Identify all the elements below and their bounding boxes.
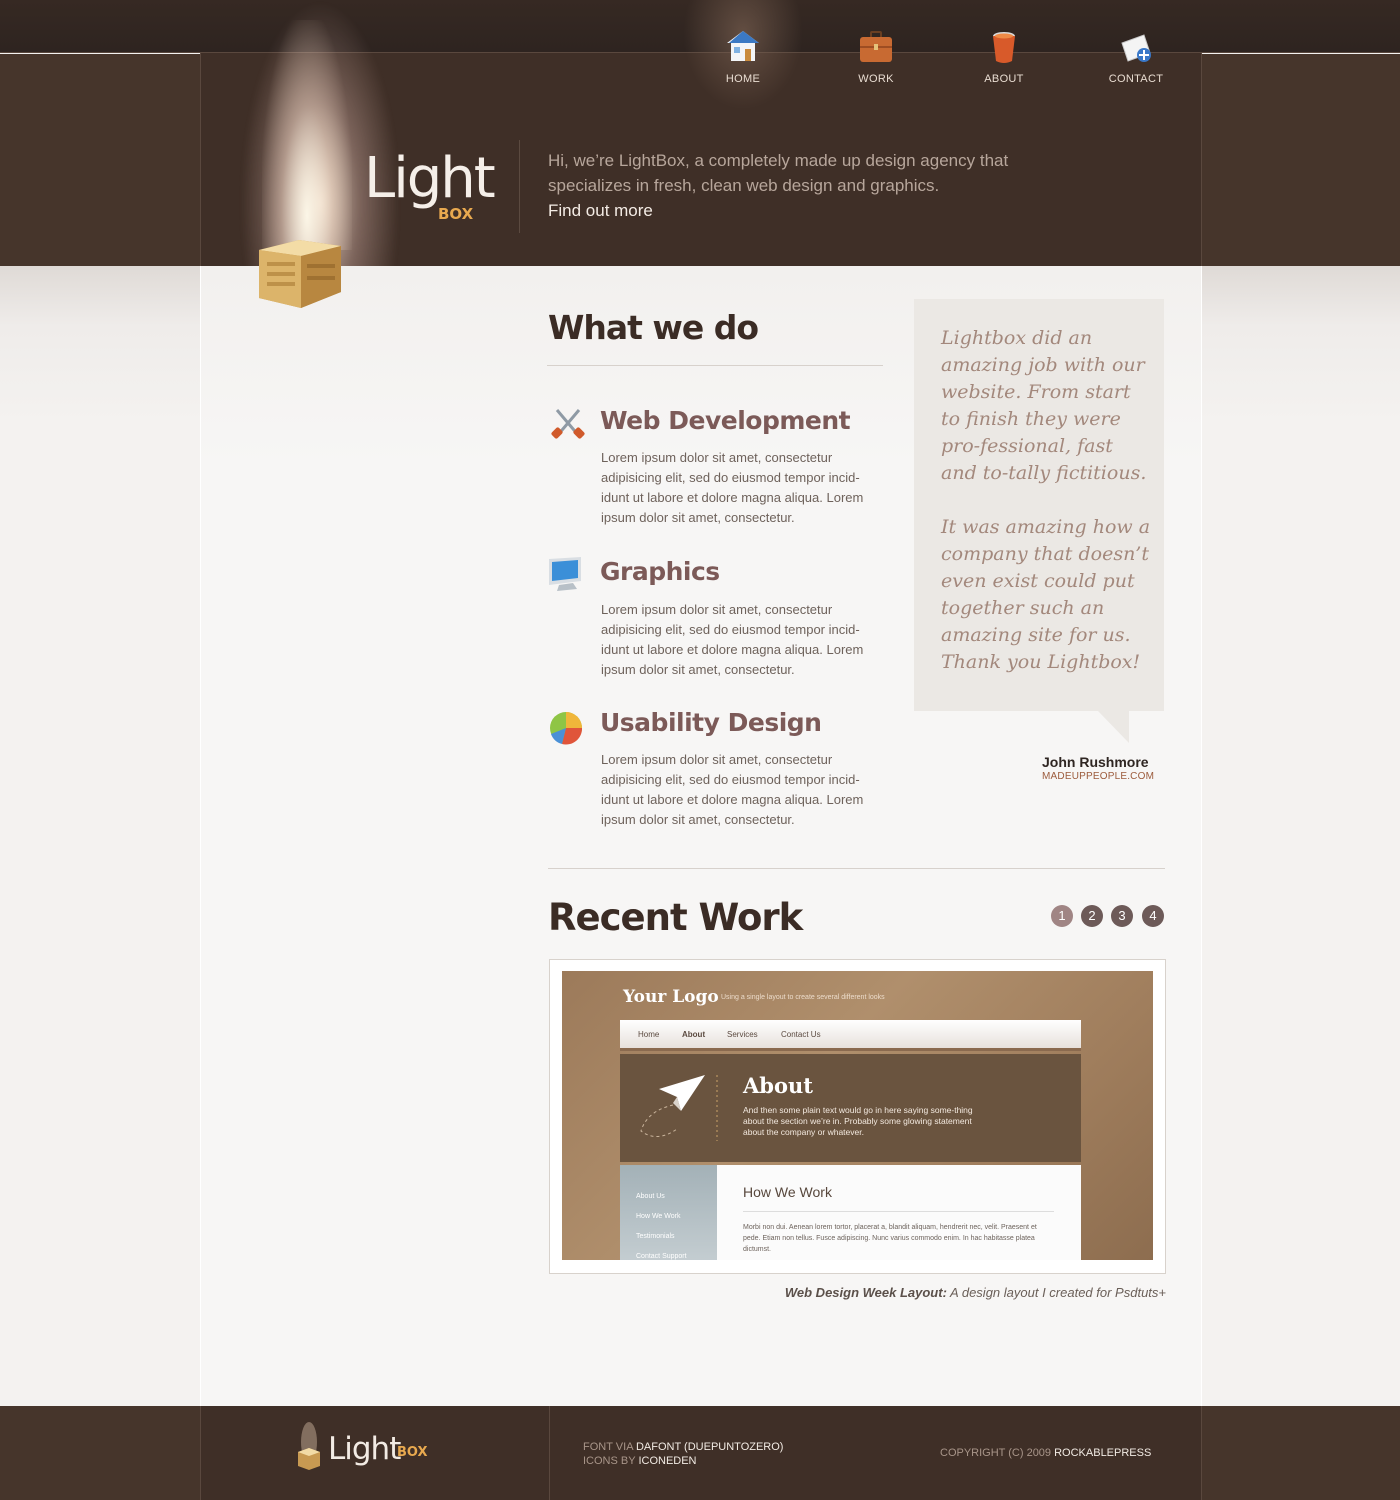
preview-side-item: How We Work bbox=[636, 1213, 681, 1220]
icons-credit-link[interactable]: ICONEDEN bbox=[638, 1455, 696, 1467]
preview-nav: Home About Services Contact Us bbox=[620, 1020, 1081, 1051]
header-divider bbox=[519, 140, 520, 233]
mail-add-icon bbox=[1121, 34, 1151, 62]
page-button-4[interactable]: 4 bbox=[1142, 905, 1164, 927]
recent-work-heading: Recent Work bbox=[548, 896, 803, 939]
preview-side-item: About Us bbox=[636, 1193, 665, 1200]
portfolio-caption: Web Design Week Layout: A design layout … bbox=[640, 1285, 1166, 1300]
paint-bucket-icon bbox=[993, 32, 1015, 63]
service-description: Lorem ipsum dolor sit amet, consectetur … bbox=[601, 602, 864, 677]
testimonial-tail bbox=[1098, 711, 1129, 743]
service-title: Graphics bbox=[600, 557, 720, 586]
nav-item-about[interactable]: ABOUT bbox=[959, 29, 1049, 85]
testimonial-author-site[interactable]: MADEUPPEOPLE.COM bbox=[1042, 771, 1154, 782]
what-we-do-heading: What we do bbox=[548, 308, 759, 347]
portfolio-screenshot[interactable]: Your Logo Using a single layout to creat… bbox=[562, 971, 1153, 1260]
preview-content-text: Morbi non dui. Aenean lorem tortor, plac… bbox=[743, 1224, 1037, 1253]
preview-nav-item: About bbox=[682, 1030, 706, 1039]
preview-nav-item: Services bbox=[727, 1030, 758, 1039]
service-title: Usability Design bbox=[600, 708, 822, 737]
copyright-owner-link[interactable]: ROCKABLEPRESS bbox=[1054, 1447, 1151, 1459]
pie-chart-icon bbox=[550, 712, 583, 745]
testimonial-paragraph: Lightbox did an amazing job with our web… bbox=[941, 327, 1147, 484]
preview-hero-title: About bbox=[743, 1073, 813, 1098]
logo-wordmark[interactable]: Light bbox=[364, 146, 496, 211]
service-description: Lorem ipsum dolor sit amet, consectetur … bbox=[601, 450, 864, 525]
preview-hero-text: And then some plain text would go in her… bbox=[743, 1105, 973, 1137]
house-icon bbox=[727, 31, 759, 61]
preview-divider bbox=[743, 1211, 1054, 1212]
service-title: Web Development bbox=[600, 406, 851, 435]
page-button-1[interactable]: 1 bbox=[1051, 905, 1073, 927]
nav-item-work[interactable]: WORK bbox=[831, 29, 921, 85]
font-credit-prefix: FONT VIA bbox=[583, 1441, 636, 1453]
copyright-prefix: COPYRIGHT (C) 2009 bbox=[940, 1447, 1055, 1459]
footer-copyright: COPYRIGHT (C) 2009 ROCKABLEPRESS bbox=[940, 1447, 1151, 1459]
testimonial-quote: Lightbox did an amazing job with our web… bbox=[941, 325, 1151, 703]
caption-title: Web Design Week Layout: bbox=[784, 1285, 947, 1300]
monitor-icon bbox=[549, 557, 581, 591]
preview-nav-item: Home bbox=[638, 1030, 660, 1039]
preview-content-title: How We Work bbox=[743, 1184, 832, 1200]
testimonial-paragraph: It was amazing how a company that doesn’… bbox=[941, 516, 1151, 673]
footer-divider bbox=[549, 1406, 550, 1500]
footer-logo-subtext: BOX bbox=[397, 1445, 428, 1460]
nav-item-contact[interactable]: CONTACT bbox=[1091, 29, 1181, 85]
paper-plane-icon bbox=[640, 1075, 718, 1141]
glowing-crate-icon bbox=[259, 240, 341, 308]
light-beam-core bbox=[262, 20, 352, 250]
preview-side-item: Testimonials bbox=[636, 1233, 675, 1240]
section-divider bbox=[547, 365, 883, 366]
preview-nav-item: Contact Us bbox=[781, 1030, 821, 1039]
page-button-3[interactable]: 3 bbox=[1111, 905, 1133, 927]
footer-logo-wordmark[interactable]: Light bbox=[328, 1431, 401, 1467]
preview-logo: Your Logo bbox=[623, 987, 719, 1007]
preview-tagline: Using a single layout to create several … bbox=[721, 994, 885, 1001]
section-divider bbox=[548, 868, 1165, 869]
footer-crate-icon bbox=[298, 1422, 320, 1470]
tools-icon bbox=[551, 409, 585, 439]
find-out-more-link[interactable]: Find out more bbox=[548, 198, 1018, 223]
service-description: Lorem ipsum dolor sit amet, consectetur … bbox=[601, 752, 864, 827]
intro-text: Hi, we’re LightBox, a completely made up… bbox=[548, 151, 1009, 195]
icons-credit-prefix: ICONS BY bbox=[583, 1455, 639, 1467]
font-credit-link[interactable]: DAFONT (DUEPUNTOZERO) bbox=[636, 1441, 784, 1453]
page-button-2[interactable]: 2 bbox=[1081, 905, 1103, 927]
preview-sidebar: About Us How We Work Testimonials Contac… bbox=[620, 1165, 717, 1260]
footer-credits: FONT VIA DAFONT (DUEPUNTOZERO) ICONS BY … bbox=[583, 1440, 783, 1468]
caption-text: A design layout I created for Psdtuts+ bbox=[946, 1285, 1166, 1300]
logo-subtext: BOX bbox=[438, 205, 474, 223]
preview-side-item: Contact Support bbox=[636, 1253, 687, 1260]
briefcase-icon bbox=[860, 31, 892, 62]
intro-block: Hi, we’re LightBox, a completely made up… bbox=[548, 148, 1018, 223]
testimonial-author: John Rushmore bbox=[1042, 754, 1149, 770]
nav-item-home[interactable]: HOME bbox=[698, 29, 788, 85]
